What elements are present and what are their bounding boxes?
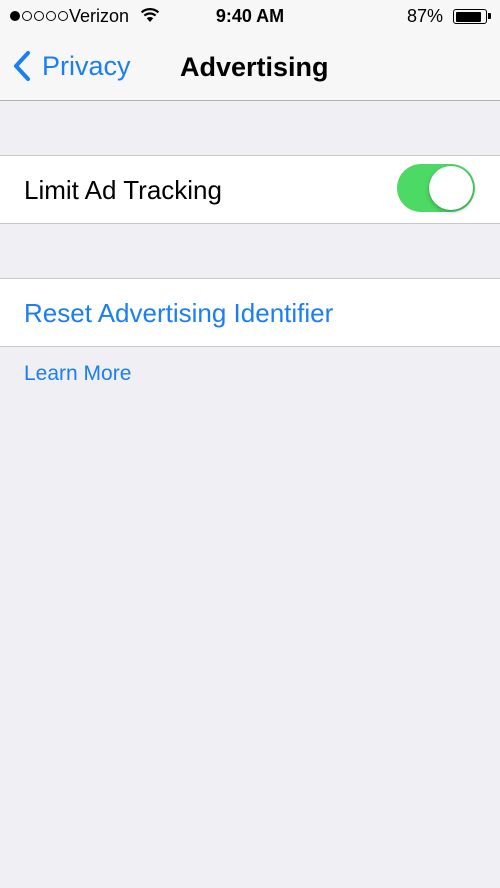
battery-nub	[488, 13, 491, 19]
status-bar: Verizon 9:40 AM 87%	[0, 0, 500, 32]
navigation-bar: Privacy Advertising	[0, 32, 500, 100]
battery-icon	[453, 9, 491, 24]
page-title: Advertising	[180, 52, 329, 82]
back-button-label: Privacy	[42, 50, 131, 81]
chevron-left-icon	[14, 51, 30, 81]
back-button[interactable]: Privacy	[12, 50, 131, 82]
reset-identifier-cell[interactable]: Reset Advertising Identifier	[0, 278, 500, 347]
limit-ad-tracking-toggle[interactable]	[397, 164, 475, 212]
screen: Verizon 9:40 AM 87% Privacy Advertising	[0, 0, 500, 888]
toggle-knob	[429, 166, 473, 210]
learn-more-link[interactable]: Learn More	[24, 362, 131, 386]
battery-fill	[455, 11, 481, 22]
limit-ad-tracking-label: Limit Ad Tracking	[24, 175, 222, 205]
reset-advertising-identifier-button[interactable]: Reset Advertising Identifier	[24, 298, 333, 329]
limit-ad-tracking-cell: Limit Ad Tracking	[0, 155, 500, 224]
battery-percentage: 87%	[407, 6, 444, 26]
top-bar: Verizon 9:40 AM 87% Privacy Advertising	[0, 0, 500, 101]
